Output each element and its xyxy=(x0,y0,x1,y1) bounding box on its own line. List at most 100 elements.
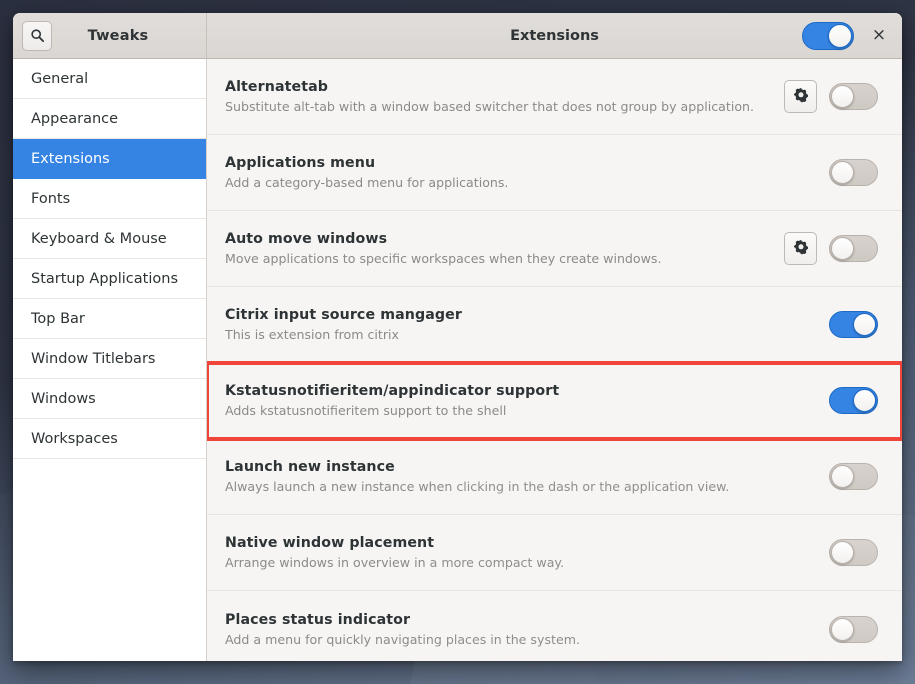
extension-text: Places status indicator Add a menu for qu… xyxy=(225,612,784,647)
extension-row: Applications menuAdd a category-based me… xyxy=(207,135,902,211)
extension-row: Places status indicator Add a menu for qu… xyxy=(207,591,902,661)
toggle-knob xyxy=(831,237,854,260)
sidebar-item-label: Appearance xyxy=(31,111,118,127)
sidebar-item-label: Extensions xyxy=(31,151,110,167)
sidebar-item-workspaces[interactable]: Workspaces xyxy=(13,419,206,459)
sidebar-item-window-titlebars[interactable]: Window Titlebars xyxy=(13,339,206,379)
sidebar-item-keyboard-mouse[interactable]: Keyboard & Mouse xyxy=(13,219,206,259)
gear-icon xyxy=(793,239,809,259)
toggle-knob xyxy=(831,161,854,184)
gear-icon xyxy=(793,87,809,107)
desktop-background: Tweaks Extensions × General Appearance Ext… xyxy=(0,0,915,684)
search-icon xyxy=(30,28,45,43)
extension-toggle[interactable] xyxy=(829,83,878,110)
extensions-list: Alternatetab Substitute alt-tab with a wi… xyxy=(207,59,902,661)
sidebar-item-extensions[interactable]: Extensions xyxy=(13,139,206,179)
extension-text: Kstatusnotifieritem/appindicator support… xyxy=(225,383,784,418)
sidebar-item-label: General xyxy=(31,71,88,87)
extension-text: Applications menuAdd a category-based me… xyxy=(225,155,784,190)
extension-text: Native window placement Arrange windows i… xyxy=(225,535,784,570)
settings-button-placeholder xyxy=(784,308,817,341)
extension-name: Alternatetab xyxy=(225,79,768,95)
toggle-knob xyxy=(831,465,854,488)
sidebar-item-startup-applications[interactable]: Startup Applications xyxy=(13,259,206,299)
toggle-knob xyxy=(853,313,876,336)
sidebar-item-label: Window Titlebars xyxy=(31,351,155,367)
extension-description: Adds kstatusnotifieritem support to the … xyxy=(225,403,768,418)
extensions-master-toggle[interactable] xyxy=(802,22,854,50)
sidebar-item-appearance[interactable]: Appearance xyxy=(13,99,206,139)
tweaks-window: Tweaks Extensions × General Appearance Ext… xyxy=(13,13,902,661)
toggle-knob xyxy=(831,541,854,564)
extension-settings-button[interactable] xyxy=(784,80,817,113)
extension-row: Auto move windows Move applications to sp… xyxy=(207,211,902,287)
sidebar-item-label: Workspaces xyxy=(31,431,118,447)
toggle-knob xyxy=(828,24,852,48)
extension-description: Substitute alt-tab with a window based s… xyxy=(225,99,768,114)
extension-toggle[interactable] xyxy=(829,387,878,414)
extension-row: Citrix input source mangager This is exte… xyxy=(207,287,902,363)
extensions-panel: Alternatetab Substitute alt-tab with a wi… xyxy=(207,59,902,661)
settings-button-placeholder xyxy=(784,536,817,569)
extension-settings-button[interactable] xyxy=(784,232,817,265)
sidebar-item-top-bar[interactable]: Top Bar xyxy=(13,299,206,339)
settings-button-placeholder xyxy=(784,384,817,417)
extension-controls xyxy=(784,460,878,493)
toggle-knob xyxy=(853,389,876,412)
extension-row: Alternatetab Substitute alt-tab with a wi… xyxy=(207,59,902,135)
extension-controls xyxy=(784,232,878,265)
extension-row: Kstatusnotifieritem/appindicator support… xyxy=(207,363,902,439)
page-title: Extensions xyxy=(207,28,902,44)
window-body: General Appearance Extensions Fonts Keyboard… xyxy=(13,59,902,661)
sidebar-item-label: Top Bar xyxy=(31,311,85,327)
extension-description: Always launch a new instance when clicki… xyxy=(225,479,768,494)
extension-controls xyxy=(784,613,878,646)
search-button[interactable] xyxy=(22,21,52,51)
sidebar-item-fonts[interactable]: Fonts xyxy=(13,179,206,219)
extension-name: Auto move windows xyxy=(225,231,768,247)
extension-toggle[interactable] xyxy=(829,616,878,643)
sidebar-item-label: Windows xyxy=(31,391,96,407)
extension-text: Alternatetab Substitute alt-tab with a wi… xyxy=(225,79,784,114)
extension-controls xyxy=(784,156,878,189)
sidebar-item-label: Startup Applications xyxy=(31,271,178,287)
sidebar-item-label: Keyboard & Mouse xyxy=(31,231,167,247)
extension-description: Add a category-based menu for applicatio… xyxy=(225,175,768,190)
extension-toggle[interactable] xyxy=(829,311,878,338)
extension-toggle[interactable] xyxy=(829,463,878,490)
extension-description: Move applications to specific workspaces… xyxy=(225,251,768,266)
extension-controls xyxy=(784,308,878,341)
extension-row: Launch new instance Always launch a new i… xyxy=(207,439,902,515)
window-headerbar: Tweaks Extensions × xyxy=(13,13,902,59)
app-title: Tweaks xyxy=(52,28,184,44)
settings-button-placeholder xyxy=(784,460,817,493)
settings-button-placeholder xyxy=(784,613,817,646)
extension-text: Launch new instance Always launch a new i… xyxy=(225,459,784,494)
sidebar-item-general[interactable]: General xyxy=(13,59,206,99)
extension-text: Citrix input source mangager This is exte… xyxy=(225,307,784,342)
settings-button-placeholder xyxy=(784,156,817,189)
extension-toggle[interactable] xyxy=(829,159,878,186)
extension-toggle[interactable] xyxy=(829,539,878,566)
toggle-knob xyxy=(831,618,854,641)
toggle-knob xyxy=(831,85,854,108)
headerbar-left-pane: Tweaks xyxy=(13,13,207,58)
extension-description: Add a menu for quickly navigating places… xyxy=(225,632,768,647)
extension-controls xyxy=(784,384,878,417)
extension-description: This is extension from citrix xyxy=(225,327,768,342)
sidebar: General Appearance Extensions Fonts Keyboard… xyxy=(13,59,207,661)
extension-controls xyxy=(784,80,878,113)
extension-description: Arrange windows in overview in a more co… xyxy=(225,555,768,570)
extension-controls xyxy=(784,536,878,569)
extension-name: Places status indicator xyxy=(225,612,768,628)
extension-toggle[interactable] xyxy=(829,235,878,262)
close-button[interactable]: × xyxy=(868,25,890,47)
extension-name: Citrix input source mangager xyxy=(225,307,768,323)
extension-name: Native window placement xyxy=(225,535,768,551)
extension-row: Native window placement Arrange windows i… xyxy=(207,515,902,591)
extension-name: Launch new instance xyxy=(225,459,768,475)
sidebar-item-windows[interactable]: Windows xyxy=(13,379,206,419)
extension-name: Kstatusnotifieritem/appindicator support xyxy=(225,383,768,399)
extension-text: Auto move windows Move applications to sp… xyxy=(225,231,784,266)
headerbar-right-pane: Extensions × xyxy=(207,13,902,58)
